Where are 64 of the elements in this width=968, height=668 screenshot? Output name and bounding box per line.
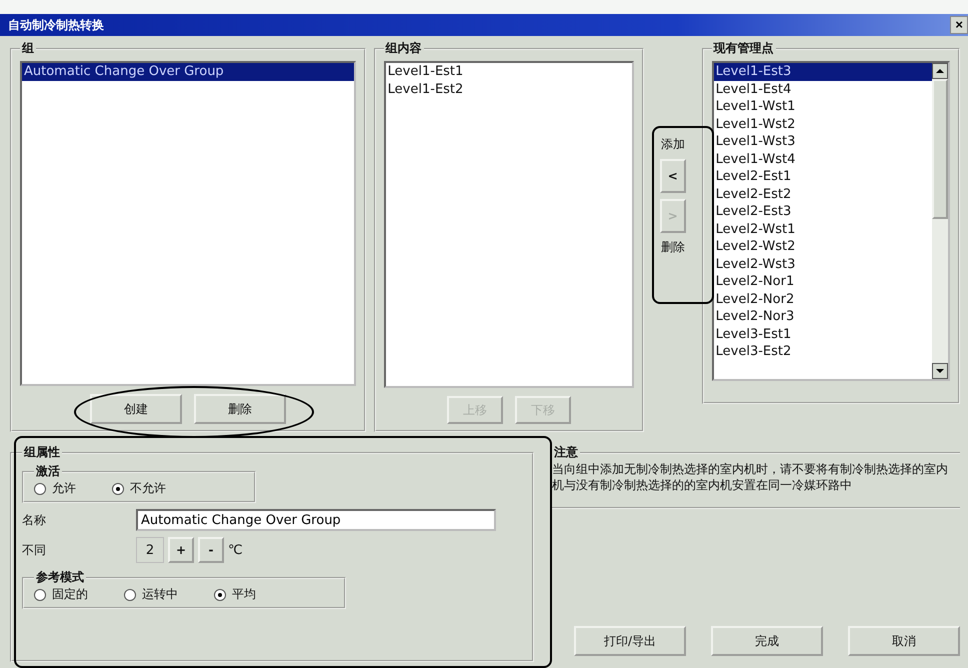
- transfer-button[interactable]: <: [660, 159, 686, 193]
- window-title: 自动制冷制热转换: [8, 16, 104, 34]
- radio-label: 允许: [52, 480, 76, 497]
- difference-label: 不同: [22, 542, 47, 558]
- available-point-item[interactable]: Level1-Wst4: [714, 150, 932, 168]
- radio-circle-icon[interactable]: [124, 588, 136, 600]
- scroll-up-icon[interactable]: [932, 63, 948, 79]
- unit-label: ℃: [228, 542, 243, 558]
- radio-option[interactable]: 不允许: [112, 480, 166, 497]
- group-content-title: 组内容: [384, 40, 423, 57]
- radio-circle-icon[interactable]: [214, 588, 226, 600]
- activation-title: 激活: [35, 463, 61, 480]
- available-point-item[interactable]: Level2-Wst2: [714, 238, 932, 256]
- note-title: 注意: [553, 444, 579, 461]
- decrement-button[interactable]: -: [198, 537, 224, 563]
- radio-label: 固定的: [52, 586, 88, 603]
- increment-button[interactable]: +: [168, 537, 194, 563]
- radio-circle-icon[interactable]: [34, 588, 46, 600]
- radio-label: 平均: [232, 586, 256, 603]
- available-point-item[interactable]: Level3-Est1: [714, 326, 932, 343]
- available-point-item[interactable]: Level1-Est4: [714, 80, 932, 98]
- group-content-item[interactable]: Level1-Est1: [386, 63, 632, 80]
- available-point-item[interactable]: Level2-Nor1: [714, 273, 932, 290]
- available-point-item[interactable]: Level2-Wst1: [714, 220, 932, 238]
- scroll-thumb[interactable]: [932, 79, 948, 219]
- available-point-item[interactable]: Level1-Est3: [714, 63, 932, 80]
- available-point-item[interactable]: Level1-Wst3: [714, 133, 932, 150]
- name-label: 名称: [22, 512, 47, 528]
- radio-option[interactable]: 平均: [214, 586, 256, 603]
- group-properties-title: 组属性: [22, 444, 61, 461]
- group-content-item[interactable]: Level1-Est2: [386, 80, 632, 98]
- note-text: 当向组中添加无制冷制热选择的室内机时，请不要将有制冷制热选择的室内机与没有制冷制热选择的的室内机安置在同一冷媒环路中: [552, 461, 949, 493]
- footer-button[interactable]: 取消: [848, 626, 960, 656]
- radio-option[interactable]: 固定的: [34, 586, 88, 603]
- radio-circle-icon[interactable]: [34, 482, 46, 494]
- radio-label: 运转中: [142, 586, 178, 603]
- available-point-item[interactable]: Level2-Est3: [714, 203, 932, 220]
- scroll-down-icon[interactable]: [932, 363, 948, 379]
- available-point-item[interactable]: Level2-Wst3: [714, 256, 932, 273]
- radio-option[interactable]: 允许: [34, 480, 76, 497]
- available-point-item[interactable]: Level2-Nor3: [714, 308, 932, 326]
- available-point-item[interactable]: Level2-Est2: [714, 186, 932, 203]
- available-point-item[interactable]: Level2-Est1: [714, 168, 932, 186]
- group-panel-title: 组: [20, 40, 35, 57]
- footer-button[interactable]: 打印/导出: [574, 626, 686, 656]
- group-action-button[interactable]: 删除: [194, 394, 286, 424]
- radio-option[interactable]: 运转中: [124, 586, 178, 603]
- available-point-item[interactable]: Level1-Wst1: [714, 98, 932, 116]
- scrollbar[interactable]: [932, 63, 948, 379]
- footer-button[interactable]: 完成: [711, 626, 823, 656]
- close-button[interactable]: ×: [950, 16, 968, 34]
- reference-mode-title: 参考模式: [35, 569, 85, 586]
- radio-label: 不允许: [130, 480, 166, 497]
- radio-circle-icon[interactable]: [112, 482, 124, 494]
- available-points-title: 现有管理点: [712, 40, 775, 57]
- available-point-item[interactable]: Level2-Nor2: [714, 290, 932, 308]
- group-action-button[interactable]: 创建: [90, 394, 182, 424]
- add-label: 添加: [660, 136, 685, 153]
- difference-value: 2: [136, 537, 164, 563]
- available-point-item[interactable]: Level3-Est2: [714, 343, 932, 360]
- name-input-field[interactable]: Automatic Change Over Group: [136, 509, 496, 531]
- remove-label: 删除: [660, 239, 685, 256]
- available-point-item[interactable]: Level1-Wst2: [714, 116, 932, 133]
- group-list-item[interactable]: Automatic Change Over Group: [22, 63, 354, 80]
